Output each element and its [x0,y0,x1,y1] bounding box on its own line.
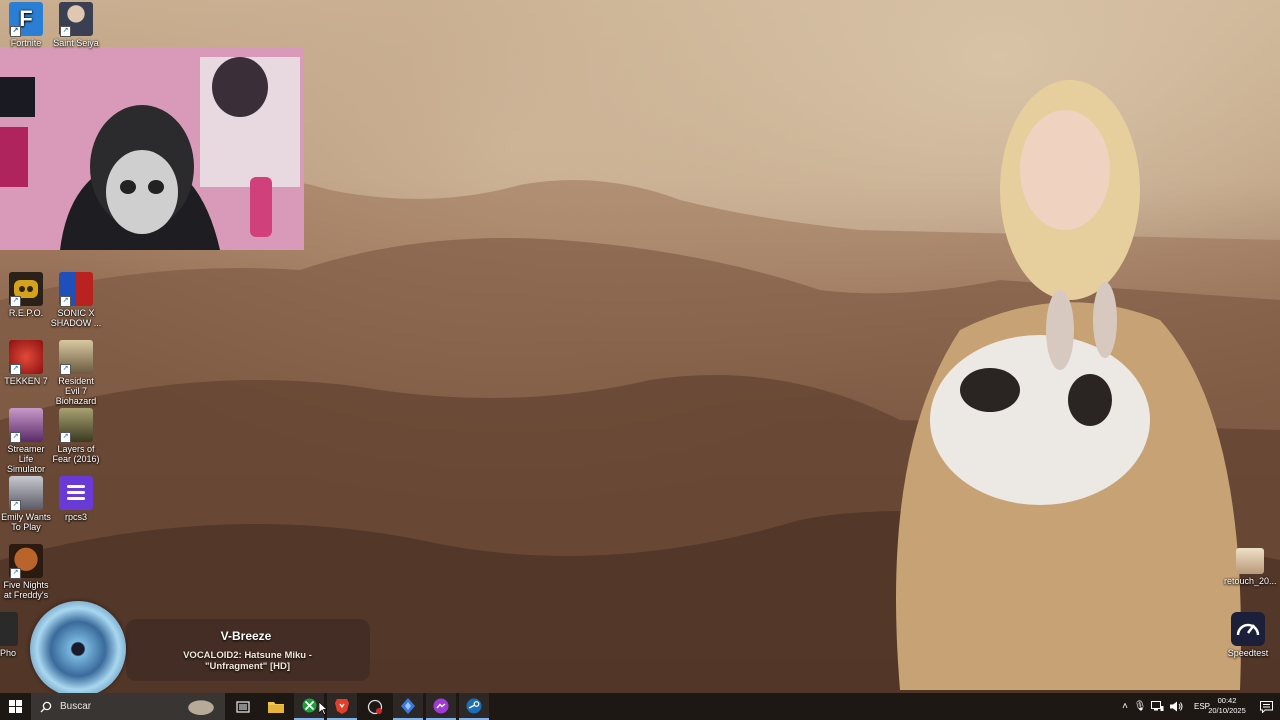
desktop-icon-pho[interactable]: Pho [0,612,26,658]
desktop-icon-speedtest[interactable]: Speedtest [1222,612,1274,658]
desktop-icon-saint-seiya[interactable]: ↗ Saint Seiya [50,2,102,48]
system-tray: ˄ 🎙 ESP [1118,693,1210,720]
desktop-icon-retouch[interactable]: retouch_20... [1224,548,1277,586]
emily-icon: ↗ [9,476,43,511]
desktop-icon-label: Fortnite [10,38,42,48]
desktop-icon-label: TEKKEN 7 [4,376,48,386]
search-icon [40,701,52,712]
rpcs3-icon [59,476,93,510]
messenger-button[interactable] [426,693,456,720]
start-button[interactable] [0,693,30,720]
clock-time: 00:42 [1217,696,1237,705]
desktop-icon-label: rpcs3 [64,512,87,522]
desktop-icon-fnaf[interactable]: ↗ Five Nights at Freddy's [0,544,52,600]
app-circle-button[interactable] [360,693,390,720]
task-view-icon [236,700,250,713]
fnaf-icon: ↗ [9,544,43,579]
desktop-icon-label: Emily Wants To Play [1,512,51,532]
chevron-up-icon[interactable]: ˄ [1118,701,1132,712]
taskbar-search[interactable]: Buscar [31,693,225,720]
desktop-icon-label: Resident Evil 7 Biohazard [55,376,97,406]
file-explorer-button[interactable] [261,693,291,720]
desktop-icon-sonic[interactable]: ↗ SONIC X SHADOW ... [50,272,102,328]
speedtest-icon [1231,612,1265,646]
messenger-icon [433,698,449,713]
desktop-icon-label: Layers of Fear (2016) [52,444,100,464]
album-art [30,601,126,697]
pho-icon [0,612,18,646]
brave-icon [335,698,349,714]
desktop-icon-label: Speedtest [1227,648,1269,658]
now-playing-overlay: V-Breeze VOCALOID2: Hatsune Miku - "Unfr… [30,601,370,697]
desktop-icon-streamer-life[interactable]: ↗ Streamer Life Simulator [0,408,52,474]
desktop-icon-label: retouch_20... [1224,576,1277,586]
desktop-icon-label: Saint Seiya [53,38,99,48]
webcam-overlay [0,47,304,250]
streamer-life-icon: ↗ [9,408,43,443]
saint-seiya-icon: ↗ [59,2,93,37]
notification-center-icon [1259,700,1273,713]
desktop-icon-label: Five Nights at Freddy's [3,580,49,600]
tekken-icon: ↗ [9,340,43,375]
desktop-icon-label: R.E.P.O. [8,308,44,318]
brave-button[interactable] [327,693,357,720]
blue-app-icon [401,697,415,714]
decor-sloth-icon [179,695,223,718]
desktop-icon-rpcs3[interactable]: rpcs3 [50,476,102,522]
desktop-icon-fortnite[interactable]: F ↗ Fortnite [0,2,52,48]
notifications-button[interactable] [1254,693,1278,720]
network-icon[interactable] [1151,701,1164,712]
layers-of-fear-icon: ↗ [59,408,93,443]
resident-evil-icon: ↗ [59,340,93,375]
file-explorer-icon [268,702,284,713]
desktop-icon-tekken[interactable]: ↗ TEKKEN 7 [0,340,52,386]
clock-date: 20/10/2025 [1208,706,1246,715]
desktop-icon-label: Pho [0,648,16,658]
now-playing-artist: V-Breeze [220,629,272,643]
fortnite-icon: F ↗ [9,2,43,37]
search-placeholder: Buscar [60,701,92,712]
desktop-icon-repo[interactable]: ↗ R.E.P.O. [0,272,52,318]
desktop-icon-label: Streamer Life Simulator [6,444,45,474]
repo-icon: ↗ [9,272,43,307]
start-icon [8,700,22,713]
blue-app-button[interactable] [393,693,423,720]
mouse-cursor-icon [319,702,327,715]
app-circle-icon [367,699,383,714]
image-file-icon [1236,548,1264,574]
xbox-icon [302,698,316,713]
desktop-icon-label: SONIC X SHADOW ... [50,308,102,328]
sonic-icon: ↗ [59,272,93,307]
steam-icon [466,698,482,713]
taskbar: Buscar ˄ 🎙 ESP 00:42 20/10/2025 [0,693,1280,720]
now-playing-title: VOCALOID2: Hatsune Miku - "Unfragment" [… [183,650,312,672]
microphone-icon[interactable]: 🎙 [1132,701,1148,712]
desktop-icon-resident-evil[interactable]: ↗ Resident Evil 7 Biohazard [50,340,102,406]
desktop-icon-layers-of-fear[interactable]: ↗ Layers of Fear (2016) [50,408,102,464]
steam-button[interactable] [459,693,489,720]
speaker-icon[interactable] [1170,701,1184,712]
desktop-icon-emily[interactable]: ↗ Emily Wants To Play [0,476,52,532]
clock[interactable]: 00:42 20/10/2025 [1200,696,1254,716]
task-view-button[interactable] [228,693,258,720]
